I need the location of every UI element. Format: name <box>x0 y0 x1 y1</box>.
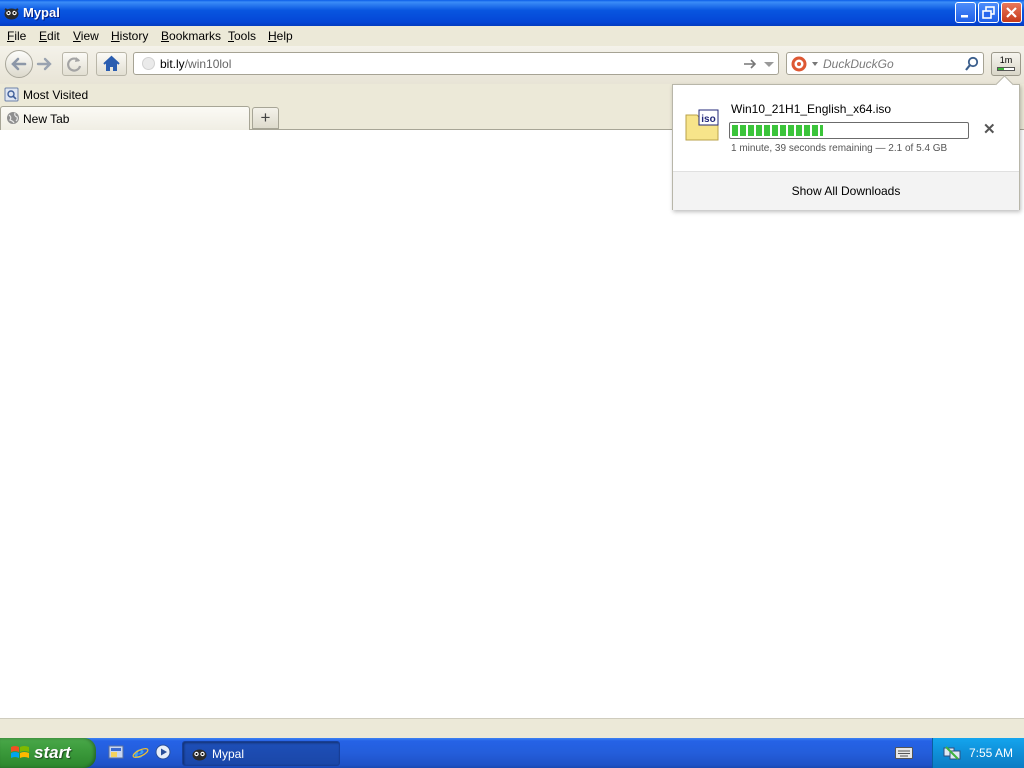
start-button[interactable]: start <box>0 738 96 768</box>
taskbar-clock[interactable]: 7:55 AM <box>969 746 1013 760</box>
menu-tools[interactable]: Tools <box>228 29 256 43</box>
duckduckgo-engine-icon[interactable] <box>791 56 819 75</box>
mypal-app-icon[interactable] <box>4 6 19 20</box>
menu-edit[interactable]: Edit <box>39 29 60 43</box>
tab-title: New Tab <box>23 112 70 126</box>
restore-button[interactable] <box>978 2 999 23</box>
taskbar-button-label: Mypal <box>212 747 245 761</box>
search-bar[interactable]: DuckDuckGo <box>786 52 984 75</box>
new-tab-button[interactable]: + <box>252 107 279 129</box>
plus-icon: + <box>260 108 271 127</box>
menu-file[interactable]: File <box>7 29 26 43</box>
download-status: 1 minute, 39 seconds remaining — 2.1 of … <box>731 143 948 154</box>
forward-arrow-icon <box>36 57 52 71</box>
menu-bar: File Edit View History Bookmarks Tools H… <box>0 26 1024 46</box>
taskbar-button-mypal[interactable]: Mypal <box>182 741 340 766</box>
forward-button[interactable] <box>33 54 57 74</box>
downloads-button[interactable]: 1m <box>991 52 1021 76</box>
home-icon <box>103 55 120 71</box>
home-button[interactable] <box>96 52 127 76</box>
search-placeholder: DuckDuckGo <box>823 57 894 71</box>
window-title: Mypal <box>23 5 60 20</box>
tab-new-tab[interactable]: New Tab <box>0 106 250 130</box>
show-all-downloads-label: Show All Downloads <box>791 184 901 198</box>
search-icon[interactable] <box>964 56 980 72</box>
site-identity-icon[interactable] <box>142 57 155 70</box>
navigation-toolbar: bit.ly/win10lol DuckDuckGo 1m <box>0 46 1024 84</box>
downloads-panel: iso Win10_21H1_English_x64.iso 1 minute,… <box>672 75 1020 210</box>
history-dropdown-icon[interactable] <box>762 56 776 72</box>
cancel-download-icon[interactable]: ✕ <box>983 120 996 138</box>
smart-bookmarks-folder-icon <box>4 87 19 105</box>
svg-text:iso: iso <box>701 114 715 125</box>
menu-view[interactable]: View <box>73 29 99 43</box>
menu-help[interactable]: Help <box>268 29 293 43</box>
reload-icon <box>67 57 82 72</box>
downloads-mini-progress <box>997 67 1015 71</box>
quicklaunch-explorer-icon[interactable] <box>108 744 124 763</box>
status-bar <box>0 718 1024 738</box>
minimize-button[interactable] <box>955 2 976 23</box>
mypal-task-icon <box>192 747 207 764</box>
reload-button[interactable] <box>62 52 88 76</box>
downloads-time-remaining: 1m <box>999 55 1013 65</box>
address-bar[interactable]: bit.ly/win10lol <box>133 52 779 75</box>
menu-bookmarks[interactable]: Bookmarks <box>161 29 221 43</box>
go-arrow-icon[interactable] <box>742 56 758 72</box>
quicklaunch-internet-explorer-icon[interactable]: e <box>132 743 149 764</box>
iso-file-icon: iso <box>685 109 719 144</box>
keyboard-language-icon[interactable] <box>895 747 913 762</box>
download-progress-bar <box>729 122 969 139</box>
back-button[interactable] <box>5 50 33 78</box>
show-all-downloads-button[interactable]: Show All Downloads <box>673 171 1019 210</box>
page-content[interactable] <box>0 130 1024 718</box>
globe-icon <box>6 111 20 128</box>
bookmark-most-visited[interactable]: Most Visited <box>23 88 88 102</box>
download-file-name: Win10_21H1_English_x64.iso <box>731 102 892 116</box>
back-arrow-icon <box>11 57 27 71</box>
close-button[interactable] <box>1001 2 1022 23</box>
taskbar: start e Mypal 7:55 AM <box>0 738 1024 768</box>
title-bar[interactable]: Mypal <box>0 0 1024 26</box>
url-text[interactable]: bit.ly/win10lol <box>160 57 231 71</box>
windows-logo-icon <box>10 744 30 765</box>
network-tray-icon[interactable] <box>943 745 961 764</box>
quicklaunch-media-player-icon[interactable] <box>155 744 171 763</box>
menu-history[interactable]: History <box>111 29 148 43</box>
system-tray: 7:55 AM <box>932 738 1024 768</box>
start-label: start <box>34 743 71 762</box>
